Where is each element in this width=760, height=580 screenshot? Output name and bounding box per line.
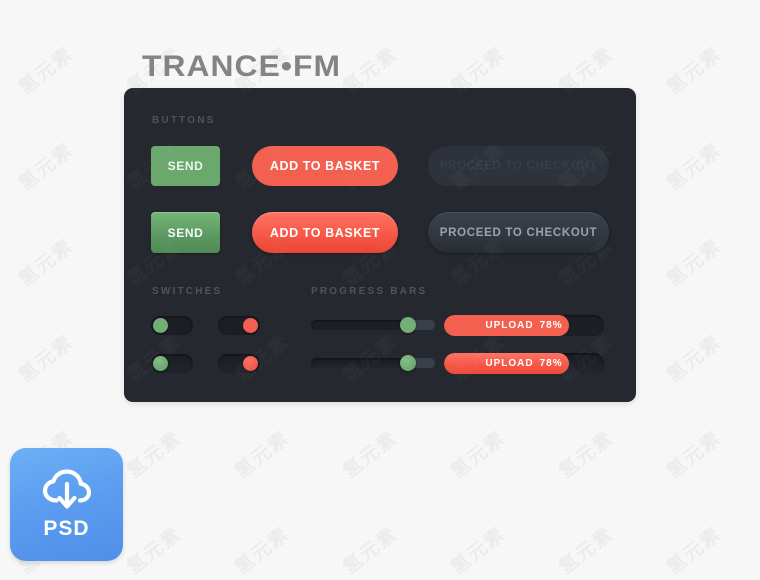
- slider-gradient[interactable]: [311, 355, 435, 371]
- watermark-text: 氢元素: [662, 138, 727, 195]
- site-logo: TRANCE•FM: [142, 50, 342, 83]
- section-label-buttons: BUTTONS: [152, 115, 216, 126]
- add-to-basket-button-flat[interactable]: ADD TO BASKET: [252, 146, 398, 186]
- watermark-text: 氢元素: [662, 42, 727, 99]
- upload-progress-bar-gradient: UPLOAD 78%: [444, 353, 604, 374]
- toggle-switch-red-gradient[interactable]: [218, 354, 260, 373]
- watermark-text: 氢元素: [662, 426, 727, 483]
- watermark-text: 氢元素: [12, 0, 78, 4]
- toggle-knob: [153, 356, 168, 371]
- send-button-gradient[interactable]: SEND: [151, 212, 220, 253]
- progress-percent: 78%: [539, 320, 563, 331]
- watermark-text: 氢元素: [554, 426, 619, 483]
- slider-knob[interactable]: [399, 317, 416, 333]
- slider-flat[interactable]: [311, 317, 435, 333]
- toggle-switch-red-flat[interactable]: [218, 316, 260, 335]
- watermark-text: 氢元素: [662, 234, 727, 291]
- watermark-text: 氢元素: [446, 426, 511, 483]
- watermark-text: 氢元素: [14, 330, 79, 387]
- psd-label: PSD: [43, 516, 90, 540]
- progress-label: UPLOAD 78%: [444, 315, 604, 336]
- upload-progress-bar-flat: UPLOAD 78%: [444, 315, 604, 336]
- watermark-text: 氢元素: [122, 522, 187, 579]
- watermark-text: 氢元素: [230, 522, 295, 579]
- watermark-text: 氢元素: [228, 0, 294, 4]
- toggle-knob: [243, 356, 258, 371]
- watermark-text: 氢元素: [338, 426, 403, 483]
- psd-download-badge[interactable]: PSD: [10, 448, 123, 561]
- proceed-to-checkout-button-gradient[interactable]: PROCEED TO CHECKOUT: [428, 212, 609, 253]
- toggle-switch-green-flat[interactable]: [151, 316, 193, 335]
- watermark-text: 氢元素: [14, 42, 79, 99]
- progress-label: UPLOAD 78%: [444, 353, 604, 374]
- watermark-text: 氢元素: [660, 0, 726, 4]
- progress-label-text: UPLOAD: [485, 320, 534, 331]
- watermark-text: 氢元素: [662, 522, 727, 579]
- toggle-switch-green-gradient[interactable]: [151, 354, 193, 373]
- watermark-text: 氢元素: [662, 330, 727, 387]
- watermark-text: 氢元素: [14, 138, 79, 195]
- add-to-basket-button-gradient[interactable]: ADD TO BASKET: [252, 212, 398, 253]
- watermark-text: 氢元素: [14, 234, 79, 291]
- watermark-text: 氢元素: [122, 426, 187, 483]
- watermark-text: 氢元素: [552, 0, 618, 4]
- watermark-text: 氢元素: [554, 522, 619, 579]
- watermark-text: 氢元素: [120, 0, 186, 4]
- watermark-text: 氢元素: [338, 522, 403, 579]
- watermark-text: 氢元素: [230, 426, 295, 483]
- cloud-download-icon: [42, 468, 91, 509]
- progress-percent: 78%: [539, 358, 563, 369]
- ui-kit-panel: BUTTONS SWITCHES PROGRESS BARS SEND ADD …: [124, 88, 636, 402]
- watermark-text: 氢元素: [444, 0, 510, 4]
- section-label-progress-bars: PROGRESS BARS: [311, 286, 428, 297]
- toggle-knob: [243, 318, 258, 333]
- slider-knob[interactable]: [399, 355, 416, 371]
- toggle-knob: [153, 318, 168, 333]
- section-label-switches: SWITCHES: [152, 286, 223, 297]
- watermark-text: 氢元素: [336, 0, 402, 4]
- watermark-text: 氢元素: [446, 522, 511, 579]
- progress-label-text: UPLOAD: [485, 358, 534, 369]
- send-button-flat[interactable]: SEND: [151, 146, 220, 186]
- proceed-to-checkout-button-disabled[interactable]: PROCEED TO CHECKOUT: [428, 146, 609, 186]
